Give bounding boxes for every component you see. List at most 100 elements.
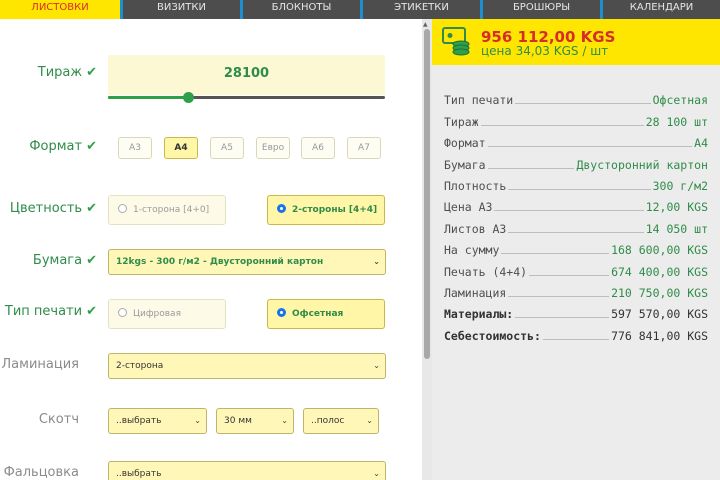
money-coins-icon	[442, 27, 470, 56]
format-a4[interactable]: А4	[164, 137, 198, 159]
color-option-2side-label: 2-стороны [4+4]	[292, 205, 378, 215]
summary-line-dots	[487, 167, 575, 169]
summary-line-dots	[542, 338, 610, 340]
summary-line-value: 168 600,00 KGS	[611, 243, 708, 258]
scotch-label: Скотч	[38, 412, 79, 427]
summary-line-label: Ламинация	[444, 285, 507, 300]
print-type-digital[interactable]: Цифровая	[108, 299, 226, 329]
tirazh-slider-handle[interactable]	[183, 92, 195, 103]
check-icon: ✔	[86, 253, 97, 268]
summary-line-label: Печать (4+4)	[444, 264, 528, 279]
folding-select[interactable]: ..выбрать ⌄	[108, 461, 386, 480]
chevron-down-icon: ⌄	[373, 469, 380, 478]
tab-listovki[interactable]: ЛИСТОВКИ	[0, 0, 120, 19]
summary-line-value: 12,00 KGS	[645, 200, 708, 215]
summary-line-value: 300 г/м2	[652, 178, 708, 193]
summary-line-value: 674 400,00 KGS	[611, 264, 708, 279]
summary-line-value: А4	[694, 136, 708, 151]
summary-line-label: Формат	[444, 136, 486, 151]
print-type-digital-label: Цифровая	[133, 309, 181, 319]
lamination-select[interactable]: 2-сторона ⌄	[108, 353, 386, 379]
check-icon: ✔	[86, 304, 97, 319]
tab-kalendari[interactable]: КАЛЕНДАРИ	[600, 0, 720, 19]
form-scrollbar[interactable]: ▲	[422, 19, 432, 480]
summary-line-label: Плотность	[444, 178, 507, 193]
summary-line-dots	[529, 274, 610, 276]
summary-lines: Тип печати Офсетная Тираж 28 100 шт Формат А4…	[444, 86, 708, 343]
summary-line-label: Тип печати	[444, 93, 514, 108]
tab-bloknoty[interactable]: БЛОКНОТЫ	[240, 0, 360, 19]
tab-broshyury[interactable]: БРОШЮРЫ	[480, 0, 600, 19]
scotch-width-value: 30 мм	[224, 416, 252, 426]
summary-line-label: Себестоимость:	[444, 328, 541, 343]
format-label: Формат ✔	[29, 139, 97, 154]
print-type-offset[interactable]: Офсетная	[267, 299, 385, 329]
summary-line: Печать (4+4) 674 400,00 KGS	[444, 257, 708, 279]
color-label-text: Цветность	[9, 201, 83, 216]
summary-line-dots	[494, 210, 644, 212]
summary-line: Материалы: 597 570,00 KGS	[444, 300, 708, 321]
check-icon: ✔	[86, 201, 97, 216]
summary-line-value: 28 100 шт	[645, 114, 708, 129]
summary-line-label: Материалы:	[444, 307, 514, 322]
format-a6[interactable]: А6	[301, 137, 335, 159]
format-a3[interactable]: А3	[118, 137, 152, 159]
summary-line: Цена А3 12,00 KGS	[444, 193, 708, 214]
folding-label: Фальцовка	[3, 465, 79, 480]
chevron-down-icon: ⌄	[366, 416, 373, 425]
product-tabs: ЛИСТОВКИ ВИЗИТКИ БЛОКНОТЫ ЭТИКЕТКИ БРОШЮ…	[0, 0, 720, 19]
summary-line: На сумму 168 600,00 KGS	[444, 236, 708, 257]
summary-line-value: 597 570,00 KGS	[611, 307, 708, 322]
paper-select[interactable]: 12kgs - 300 г/м2 - Двусторонний картон ⌄	[108, 249, 386, 275]
lamination-label: Ламинация	[1, 357, 79, 372]
summary-line-value: Двусторонний картон	[576, 157, 708, 172]
summary-line-label: Цена А3	[444, 200, 493, 215]
summary-line-label: Тираж	[444, 114, 479, 129]
format-a7[interactable]: А7	[347, 137, 381, 159]
tirazh-value[interactable]: 28100	[108, 55, 385, 95]
summary-line-label: Листов А3	[444, 221, 507, 236]
chevron-down-icon: ⌄	[194, 416, 201, 425]
paper-label: Бумага ✔	[33, 253, 97, 268]
folding-select-value: ..выбрать	[116, 469, 162, 479]
summary-line-label: На сумму	[444, 243, 500, 258]
check-icon: ✔	[86, 139, 97, 154]
color-option-1side[interactable]: 1-сторона [4+0]	[108, 195, 226, 225]
summary-line-dots	[508, 231, 644, 233]
paper-select-value: 12kgs - 300 г/м2 - Двусторонний картон	[116, 257, 324, 267]
unit-price: цена 34,03 KGS / шт	[481, 44, 609, 58]
tirazh-slider[interactable]	[108, 92, 385, 103]
format-label-text: Формат	[29, 139, 83, 154]
print-type-offset-label: Офсетная	[292, 309, 344, 319]
price-bar: 956 112,00 KGS цена 34,03 KGS / шт	[432, 19, 720, 65]
summary-line-dots	[501, 253, 610, 255]
summary-line-value: Офсетная	[652, 93, 708, 108]
tirazh-label-text: Тираж	[37, 65, 83, 80]
scotch-stripes-value: ..полос	[311, 416, 345, 426]
lamination-select-value: 2-сторона	[116, 361, 164, 371]
scrollbar-thumb[interactable]	[424, 29, 430, 359]
format-euro[interactable]: Евро	[256, 137, 290, 159]
tirazh-slider-fill	[108, 96, 189, 99]
paper-label-text: Бумага	[32, 253, 83, 268]
summary-line: Тип печати Офсетная	[444, 86, 708, 107]
scroll-up-icon[interactable]: ▲	[423, 21, 428, 28]
summary-line: Тираж 28 100 шт	[444, 107, 708, 129]
summary-line: Плотность 300 г/м2	[444, 172, 708, 193]
color-option-2side[interactable]: 2-стороны [4+4]	[267, 195, 385, 225]
format-a5[interactable]: А5	[210, 137, 244, 159]
check-icon: ✔	[86, 65, 97, 80]
tirazh-label: Тираж ✔	[38, 65, 97, 80]
radio-icon	[118, 308, 127, 317]
scotch-stripes-select[interactable]: ..полос ⌄	[303, 408, 379, 434]
summary-line-value: 210 750,00 KGS	[611, 285, 708, 300]
tab-vizitki[interactable]: ВИЗИТКИ	[120, 0, 240, 19]
summary-line-dots	[515, 317, 610, 319]
scotch-width-select[interactable]: 30 мм ⌄	[216, 408, 294, 434]
scotch-type-select[interactable]: ..выбрать ⌄	[108, 408, 207, 434]
tab-etiketki[interactable]: ЭТИКЕТКИ	[360, 0, 480, 19]
summary-line: Себестоимость: 776 841,00 KGS	[444, 321, 708, 343]
radio-icon	[118, 204, 127, 213]
chevron-down-icon: ⌄	[281, 416, 288, 425]
radio-selected-icon	[277, 204, 286, 213]
